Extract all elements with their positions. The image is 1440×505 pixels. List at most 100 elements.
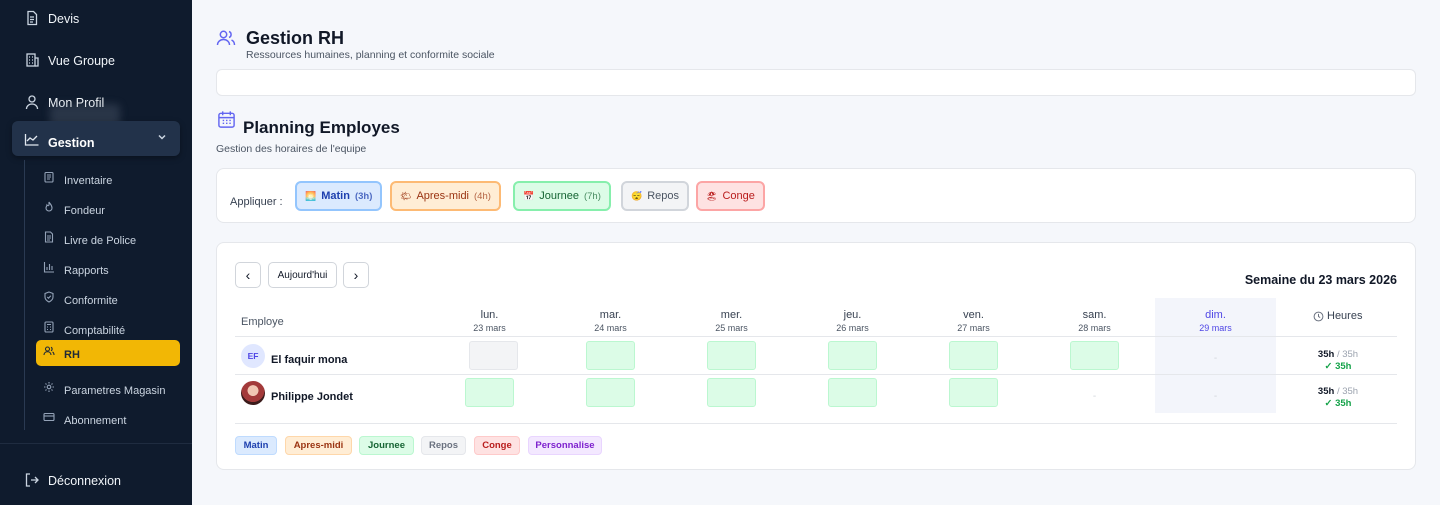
sidebar-item-parametres-magasin[interactable]: Parametres Magasin bbox=[36, 376, 180, 402]
sidebar-item-label: Vue Groupe bbox=[48, 54, 115, 68]
employee-column-header: Employe bbox=[241, 316, 284, 328]
avatar: EF bbox=[241, 344, 265, 368]
flame-icon bbox=[45, 201, 53, 212]
shift-cell-journee[interactable] bbox=[828, 341, 877, 370]
shift-cell-unassigned[interactable]: - bbox=[1191, 353, 1240, 364]
legend-repos: Repos bbox=[421, 436, 466, 455]
employee-cell: Philippe Jondet bbox=[241, 381, 353, 405]
hours-ok: ✓ 35h bbox=[1324, 361, 1352, 372]
day-date: 25 mars bbox=[715, 323, 748, 333]
users-icon bbox=[43, 346, 55, 356]
shield-icon bbox=[44, 291, 54, 303]
shift-cell-journee[interactable] bbox=[465, 378, 514, 407]
day-name: mar. bbox=[599, 309, 622, 321]
logout-label: Déconnexion bbox=[48, 474, 121, 488]
chevron-down-icon[interactable] bbox=[156, 131, 168, 143]
sidebar-item-label: Rapports bbox=[64, 265, 109, 277]
file-icon bbox=[27, 10, 38, 26]
sun-cloud-icon: 🌤 bbox=[400, 190, 412, 201]
sidebar-item-label: Fondeur bbox=[64, 205, 105, 217]
shift-chip-repos[interactable]: 😴 Repos bbox=[621, 181, 690, 211]
building-icon bbox=[26, 53, 39, 67]
shift-cell-journee[interactable] bbox=[586, 341, 635, 370]
shift-chip-label: Repos bbox=[647, 190, 680, 202]
sidebar-item-label: Devis bbox=[48, 12, 80, 26]
sidebar-item-livre-de-police[interactable]: Livre de Police bbox=[36, 226, 180, 252]
shift-chip-label: Conge bbox=[722, 190, 755, 202]
day-name: ven. bbox=[963, 309, 984, 321]
sidebar-item-abonnement[interactable]: Abonnement bbox=[36, 406, 180, 432]
credit-card-icon bbox=[43, 412, 55, 422]
day-header: sam. 28 mars bbox=[1034, 309, 1155, 333]
clipboard-icon bbox=[44, 171, 54, 183]
shift-cell-journee[interactable] bbox=[949, 341, 998, 370]
day-date: 23 mars bbox=[473, 323, 506, 333]
day-name: mer. bbox=[720, 309, 743, 321]
bar-chart-icon bbox=[43, 262, 54, 273]
sidebar-item-conformite[interactable]: Conformite bbox=[36, 286, 180, 312]
row-divider bbox=[235, 374, 1397, 375]
shift-chip-label: Apres-midi bbox=[416, 190, 470, 202]
employee-name: El faquir mona bbox=[271, 354, 348, 366]
prev-week-button[interactable]: ‹ bbox=[235, 262, 261, 288]
shift-chip-matin[interactable]: 🌅 Matin (3h) bbox=[295, 181, 383, 211]
legend-divider bbox=[235, 423, 1397, 424]
day-date: 28 mars bbox=[1078, 323, 1111, 333]
hours-header-label: Heures bbox=[1327, 310, 1363, 322]
shift-cell-journee[interactable] bbox=[586, 378, 635, 407]
user-icon bbox=[25, 95, 39, 110]
legend-conge: Conge bbox=[474, 436, 520, 455]
shift-chip-hours: (4h) bbox=[474, 190, 491, 202]
day-date: 29 mars bbox=[1199, 323, 1232, 333]
shift-chip-label: Matin bbox=[321, 190, 350, 202]
sidebar-item-rh[interactable]: RH bbox=[36, 340, 180, 366]
sidebar-item-vue-groupe[interactable]: Vue Groupe bbox=[0, 48, 192, 72]
logout-icon bbox=[25, 473, 39, 487]
legend-journee: Journee bbox=[359, 436, 414, 455]
document-icon bbox=[44, 231, 54, 243]
shift-chip-hours: (3h) bbox=[354, 190, 373, 202]
sleeping-face-icon: 😴 bbox=[631, 190, 643, 201]
sidebar-item-label: Abonnement bbox=[64, 415, 127, 427]
day-date: 24 mars bbox=[594, 323, 627, 333]
apply-label: Appliquer : bbox=[230, 196, 283, 208]
sidebar-item-label: Comptabilité bbox=[64, 325, 126, 337]
shift-cell-journee[interactable] bbox=[1070, 341, 1119, 370]
avatar bbox=[241, 381, 265, 405]
shift-cell-unassigned[interactable]: - bbox=[1191, 391, 1240, 402]
shift-cell-journee[interactable] bbox=[949, 378, 998, 407]
sidebar-item-fondeur[interactable]: Fondeur bbox=[36, 196, 180, 222]
shift-cell-empty[interactable] bbox=[469, 341, 518, 370]
sidebar-group-gestion[interactable]: Gestion bbox=[12, 121, 180, 156]
next-week-button[interactable]: › bbox=[343, 262, 369, 288]
legend-personnalise: Personnalise bbox=[528, 436, 602, 455]
shift-cell-unassigned[interactable]: - bbox=[1070, 391, 1119, 402]
header-divider bbox=[235, 336, 1397, 337]
day-date: 26 mars bbox=[836, 323, 869, 333]
shift-cell-journee[interactable] bbox=[707, 378, 756, 407]
hours-total: 35h / 35h bbox=[1317, 349, 1359, 360]
page-title: Gestion RH bbox=[246, 28, 345, 48]
week-label: Semaine du 23 mars 2026 bbox=[1244, 273, 1397, 287]
logout-button[interactable]: Déconnexion bbox=[0, 468, 192, 492]
sidebar-item-inventaire[interactable]: Inventaire bbox=[36, 166, 180, 192]
hours-summary: 35h / 35h ✓ 35h bbox=[1312, 386, 1364, 409]
sidebar-item-rapports[interactable]: Rapports bbox=[36, 256, 180, 282]
legend-apres-midi: Apres-midi bbox=[285, 436, 352, 455]
day-name: jeu. bbox=[843, 309, 862, 321]
today-button[interactable]: Aujourd'hui bbox=[268, 262, 337, 288]
shift-chip-apres-midi[interactable]: 🌤 Apres-midi (4h) bbox=[390, 181, 501, 211]
shift-cell-journee[interactable] bbox=[707, 341, 756, 370]
day-name: lun. bbox=[480, 309, 499, 321]
shift-cell-journee[interactable] bbox=[828, 378, 877, 407]
shift-chip-journee[interactable]: 📅 Journee (7h) bbox=[513, 181, 611, 211]
sidebar-item-label: Livre de Police bbox=[64, 235, 137, 247]
sidebar-item-devis[interactable]: Devis bbox=[0, 6, 192, 30]
section-title: Planning Employes bbox=[243, 118, 400, 137]
calendar-icon bbox=[218, 111, 235, 128]
hours-total: 35h / 35h bbox=[1317, 386, 1359, 397]
hours-column-header: Heures bbox=[1313, 310, 1362, 322]
shift-chip-conge[interactable]: 🏖 Conge bbox=[696, 181, 765, 211]
sidebar-item-comptabilite[interactable]: Comptabilité bbox=[36, 316, 180, 342]
day-date: 27 mars bbox=[957, 323, 990, 333]
